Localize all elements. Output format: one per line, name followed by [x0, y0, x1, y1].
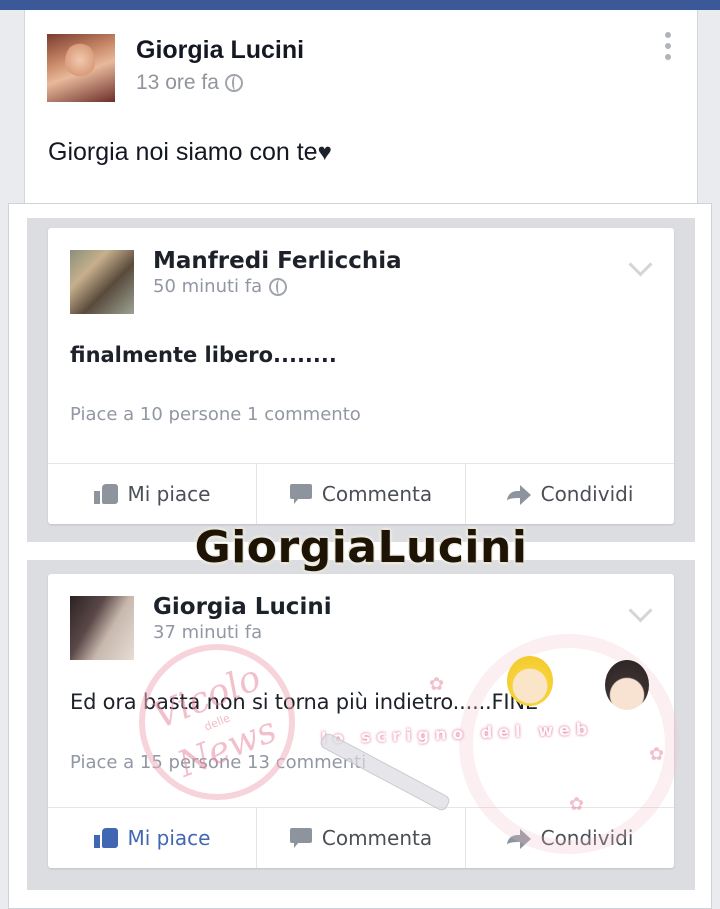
comment-label: Commenta — [321, 826, 433, 850]
screenshot-frame-1: Manfredi Ferlicchia 50 minuti fa finalme… — [27, 218, 695, 542]
paw-print-icon: ✿ — [649, 744, 665, 765]
top-app-bar — [0, 0, 720, 10]
like-action: Mi piace — [48, 808, 257, 868]
embedded-post-text: finalmente libero........ — [70, 343, 337, 367]
comment-icon — [289, 484, 312, 504]
like-label: Mi piace — [127, 482, 211, 506]
globe-icon — [224, 74, 243, 92]
comment-action: Commenta — [257, 464, 466, 524]
thumbs-up-icon — [93, 828, 118, 848]
thumbs-up-icon — [93, 484, 118, 504]
author-avatar[interactable] — [47, 34, 115, 102]
embedded-time-text: 37 minuti fa — [153, 622, 263, 643]
comment-icon — [289, 828, 312, 848]
embedded-avatar — [70, 250, 134, 314]
overlay-caption: GiorgiaLucini — [194, 522, 528, 573]
embedded-author: Giorgia Lucini — [153, 594, 332, 620]
like-label: Mi piace — [127, 826, 211, 850]
embedded-timestamp: 50 minuti fa — [153, 276, 288, 297]
more-options-icon[interactable] — [663, 32, 673, 66]
cartoon-girl-dark — [605, 660, 649, 710]
embedded-time-text: 50 minuti fa — [153, 276, 263, 297]
chevron-down-icon — [628, 598, 653, 623]
heart-emoji: ♥ — [317, 139, 332, 166]
paw-print-icon: ✿ — [569, 794, 585, 815]
embedded-author: Manfredi Ferlicchia — [153, 248, 402, 274]
like-action: Mi piace — [48, 464, 257, 524]
timestamp-text: 13 ore fa — [136, 71, 219, 94]
comment-label: Commenta — [321, 482, 433, 506]
cartoon-girl-blonde — [507, 656, 553, 706]
watermark-ring — [459, 634, 679, 854]
embedded-stats: Piace a 10 persone 1 commento — [70, 404, 361, 425]
embedded-avatar — [70, 596, 134, 660]
chevron-down-icon — [628, 252, 653, 277]
post-text: Giorgia noi siamo con te♥ — [48, 138, 332, 167]
post-timestamp: 13 ore fa — [136, 71, 243, 95]
embedded-action-bar: Mi piace Commenta Condividi — [48, 463, 674, 524]
share-arrow-icon — [506, 485, 531, 505]
comment-action: Commenta — [257, 808, 466, 868]
author-name[interactable]: Giorgia Lucini — [136, 36, 304, 65]
globe-icon — [269, 277, 288, 296]
embedded-timestamp: 37 minuti fa — [153, 622, 262, 643]
share-action: Condividi — [466, 464, 674, 524]
embedded-post-1: Manfredi Ferlicchia 50 minuti fa finalme… — [48, 228, 674, 524]
shared-image[interactable]: Manfredi Ferlicchia 50 minuti fa finalme… — [8, 203, 712, 909]
paw-print-icon: ✿ — [429, 674, 445, 695]
share-label: Condividi — [540, 482, 634, 506]
post-text-content: Giorgia noi siamo con te — [48, 138, 318, 166]
